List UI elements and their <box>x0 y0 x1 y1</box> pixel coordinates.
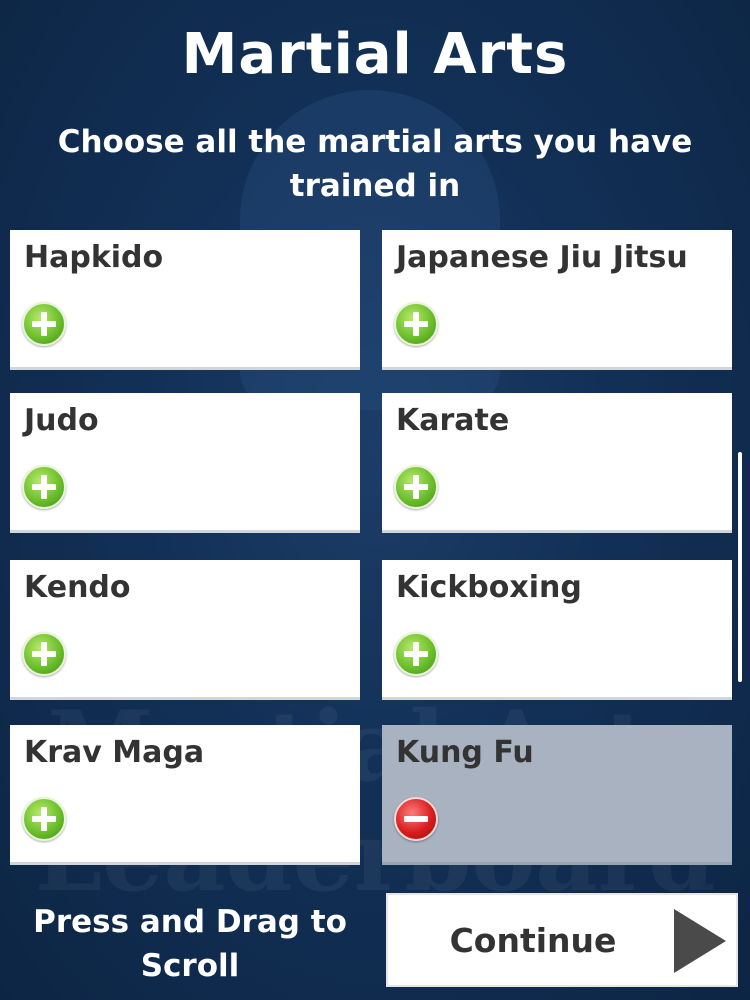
option-label: Kung Fu <box>396 735 534 770</box>
plus-icon[interactable] <box>22 797 66 841</box>
page-title: Martial Arts <box>181 22 569 87</box>
option-card-kung-fu[interactable]: Kung Fu <box>382 725 732 865</box>
plus-icon[interactable] <box>394 302 438 346</box>
option-label: Karate <box>396 403 510 438</box>
minus-icon[interactable] <box>394 797 438 841</box>
option-label: Hapkido <box>24 240 164 275</box>
plus-icon[interactable] <box>394 632 438 676</box>
continue-button[interactable]: Continue <box>386 893 738 987</box>
continue-label: Continue <box>449 921 617 960</box>
martial-arts-grid[interactable]: Hapkido Japanese Jiu Jitsu Judo Karate K… <box>10 230 732 878</box>
option-card-kendo[interactable]: Kendo <box>10 560 360 700</box>
option-label: Japanese Jiu Jitsu <box>396 240 688 275</box>
option-label: Kickboxing <box>396 570 582 605</box>
option-label: Krav Maga <box>24 735 205 770</box>
plus-icon[interactable] <box>394 465 438 509</box>
option-label: Kendo <box>24 570 131 605</box>
scrollbar-thumb[interactable] <box>738 452 742 682</box>
plus-icon[interactable] <box>22 632 66 676</box>
option-card-judo[interactable]: Judo <box>10 393 360 533</box>
page-subtitle: Choose all the martial arts you have tra… <box>57 124 693 204</box>
option-card-karate[interactable]: Karate <box>382 393 732 533</box>
option-card-krav-maga[interactable]: Krav Maga <box>10 725 360 865</box>
play-arrow-icon <box>674 909 726 973</box>
scroll-hint: Press and Drag to Scroll <box>33 904 347 984</box>
option-card-hapkido[interactable]: Hapkido <box>10 230 360 370</box>
plus-icon[interactable] <box>22 465 66 509</box>
option-card-japanese-jiu-jitsu[interactable]: Japanese Jiu Jitsu <box>382 230 732 370</box>
option-card-kickboxing[interactable]: Kickboxing <box>382 560 732 700</box>
option-label: Judo <box>24 403 99 438</box>
plus-icon[interactable] <box>22 302 66 346</box>
